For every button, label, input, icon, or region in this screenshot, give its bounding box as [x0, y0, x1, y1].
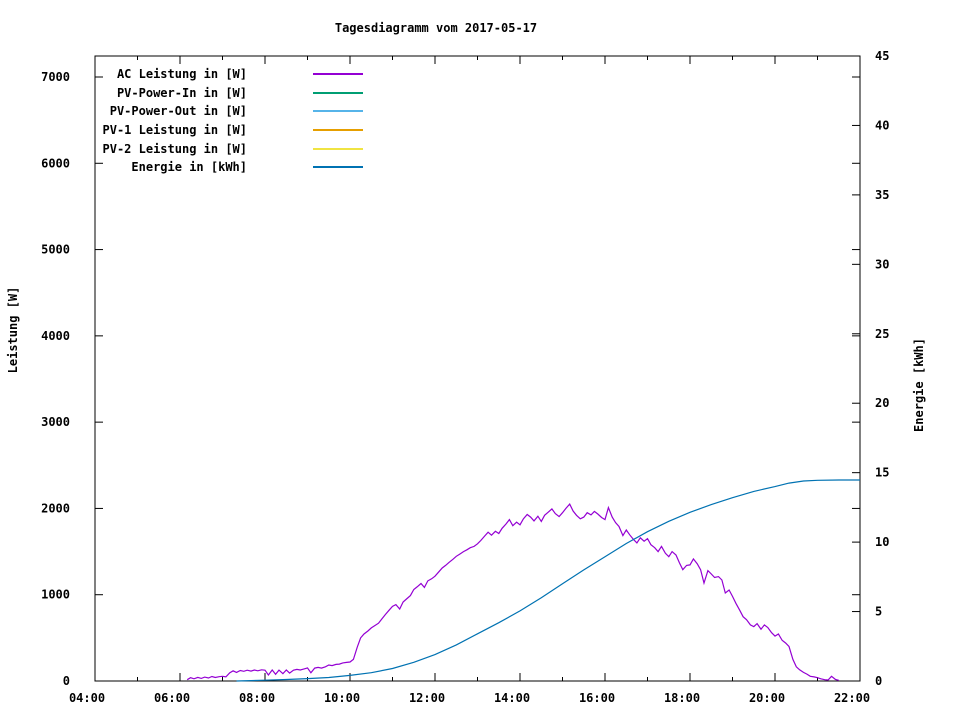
legend-label-pv-power-out-in-w: PV-Power-Out in [W] [110, 104, 247, 118]
x-tick-label: 06:00 [154, 691, 190, 705]
x-tick-label: 04:00 [69, 691, 105, 705]
y2-tick-label: 15 [875, 466, 889, 480]
y2-tick-label: 30 [875, 257, 889, 271]
y1-tick-label: 0 [63, 674, 70, 688]
y1-tick-label: 1000 [41, 588, 70, 602]
y2-tick-label: 35 [875, 188, 889, 202]
y1-tick-label: 6000 [41, 156, 70, 170]
y1-tick-label: 4000 [41, 329, 70, 343]
y1-tick-label: 3000 [41, 415, 70, 429]
x-tick-label: 08:00 [239, 691, 275, 705]
y1-tick-label: 5000 [41, 243, 70, 257]
legend-label-energie-in-kwh: Energie in [kWh] [131, 160, 247, 174]
energie-in-kwh-line [236, 479, 860, 682]
y1-tick-label: 2000 [41, 501, 70, 515]
x-tick-label: 14:00 [494, 691, 530, 705]
y1-tick-label: 7000 [41, 70, 70, 84]
ac-leistung-in-w-line [186, 503, 839, 681]
y2-tick-label: 45 [875, 49, 889, 63]
y2-tick-label: 40 [875, 118, 889, 132]
x-tick-label: 22:00 [834, 691, 870, 705]
y2-tick-label: 25 [875, 327, 889, 341]
series-lines [186, 479, 860, 682]
y1-axis-label: Leistung [W] [6, 287, 20, 374]
y2-tick-label: 5 [875, 605, 882, 619]
legend-label-pv-1-leistung-in-w: PV-1 Leistung in [W] [103, 123, 248, 137]
chart-title: Tagesdiagramm vom 2017-05-17 [335, 21, 537, 35]
y2-tick-label: 10 [875, 535, 889, 549]
x-tick-label: 16:00 [579, 691, 615, 705]
chart-canvas: Tagesdiagramm vom 2017-05-17 Leistung [W… [6, 21, 926, 705]
legend-label-ac-leistung-in-w: AC Leistung in [W] [117, 67, 247, 81]
x-tick-label: 18:00 [664, 691, 700, 705]
legend-label-pv-2-leistung-in-w: PV-2 Leistung in [W] [103, 142, 248, 156]
y2-axis-label: Energie [kWh] [912, 338, 926, 432]
x-tick-label: 10:00 [324, 691, 360, 705]
x-tick-label: 20:00 [749, 691, 785, 705]
daily-pv-chart-page: Tagesdiagramm vom 2017-05-17 Leistung [W… [0, 0, 960, 720]
x-tick-label: 12:00 [409, 691, 445, 705]
legend: AC Leistung in [W] PV-Power-In in [W] PV-P… [103, 67, 363, 174]
y2-tick-label: 20 [875, 396, 889, 410]
legend-label-pv-power-in-in-w: PV-Power-In in [W] [117, 86, 247, 100]
y2-tick-label: 0 [875, 674, 882, 688]
